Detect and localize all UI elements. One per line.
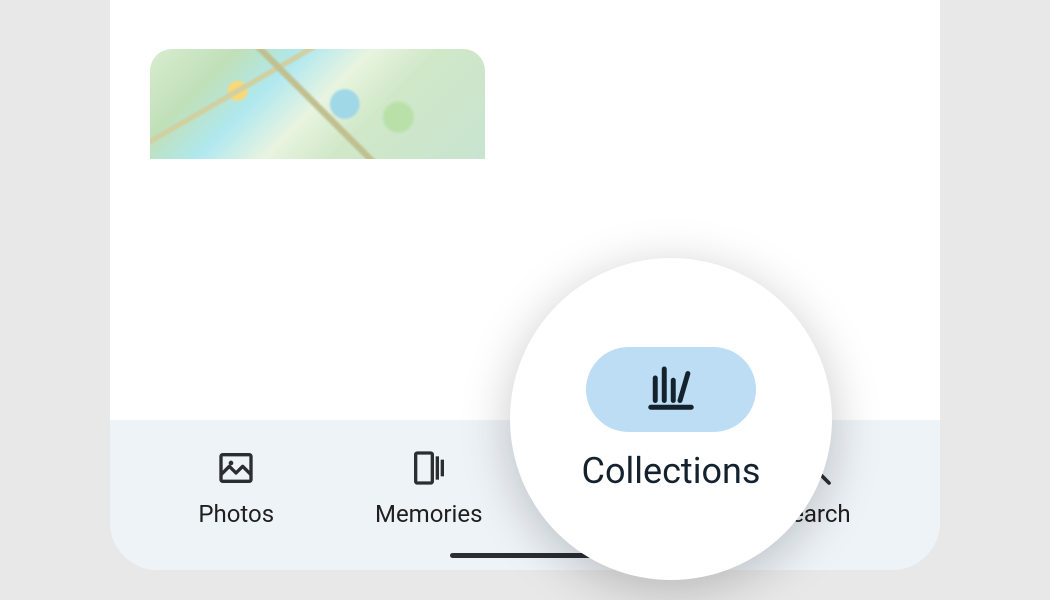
library-icon [644, 360, 698, 418]
nav-memories[interactable]: Memories [349, 446, 509, 528]
photo-icon [214, 446, 258, 490]
collections-pill[interactable] [586, 347, 756, 432]
home-indicator[interactable] [450, 553, 600, 558]
highlight-callout: Collections [510, 258, 832, 580]
nav-photos[interactable]: Photos [156, 446, 316, 528]
highlight-label: Collections [582, 450, 761, 492]
nav-photos-label: Photos [198, 500, 274, 528]
places-map-card[interactable] [150, 49, 485, 159]
memories-icon [407, 446, 451, 490]
nav-memories-label: Memories [375, 500, 483, 528]
